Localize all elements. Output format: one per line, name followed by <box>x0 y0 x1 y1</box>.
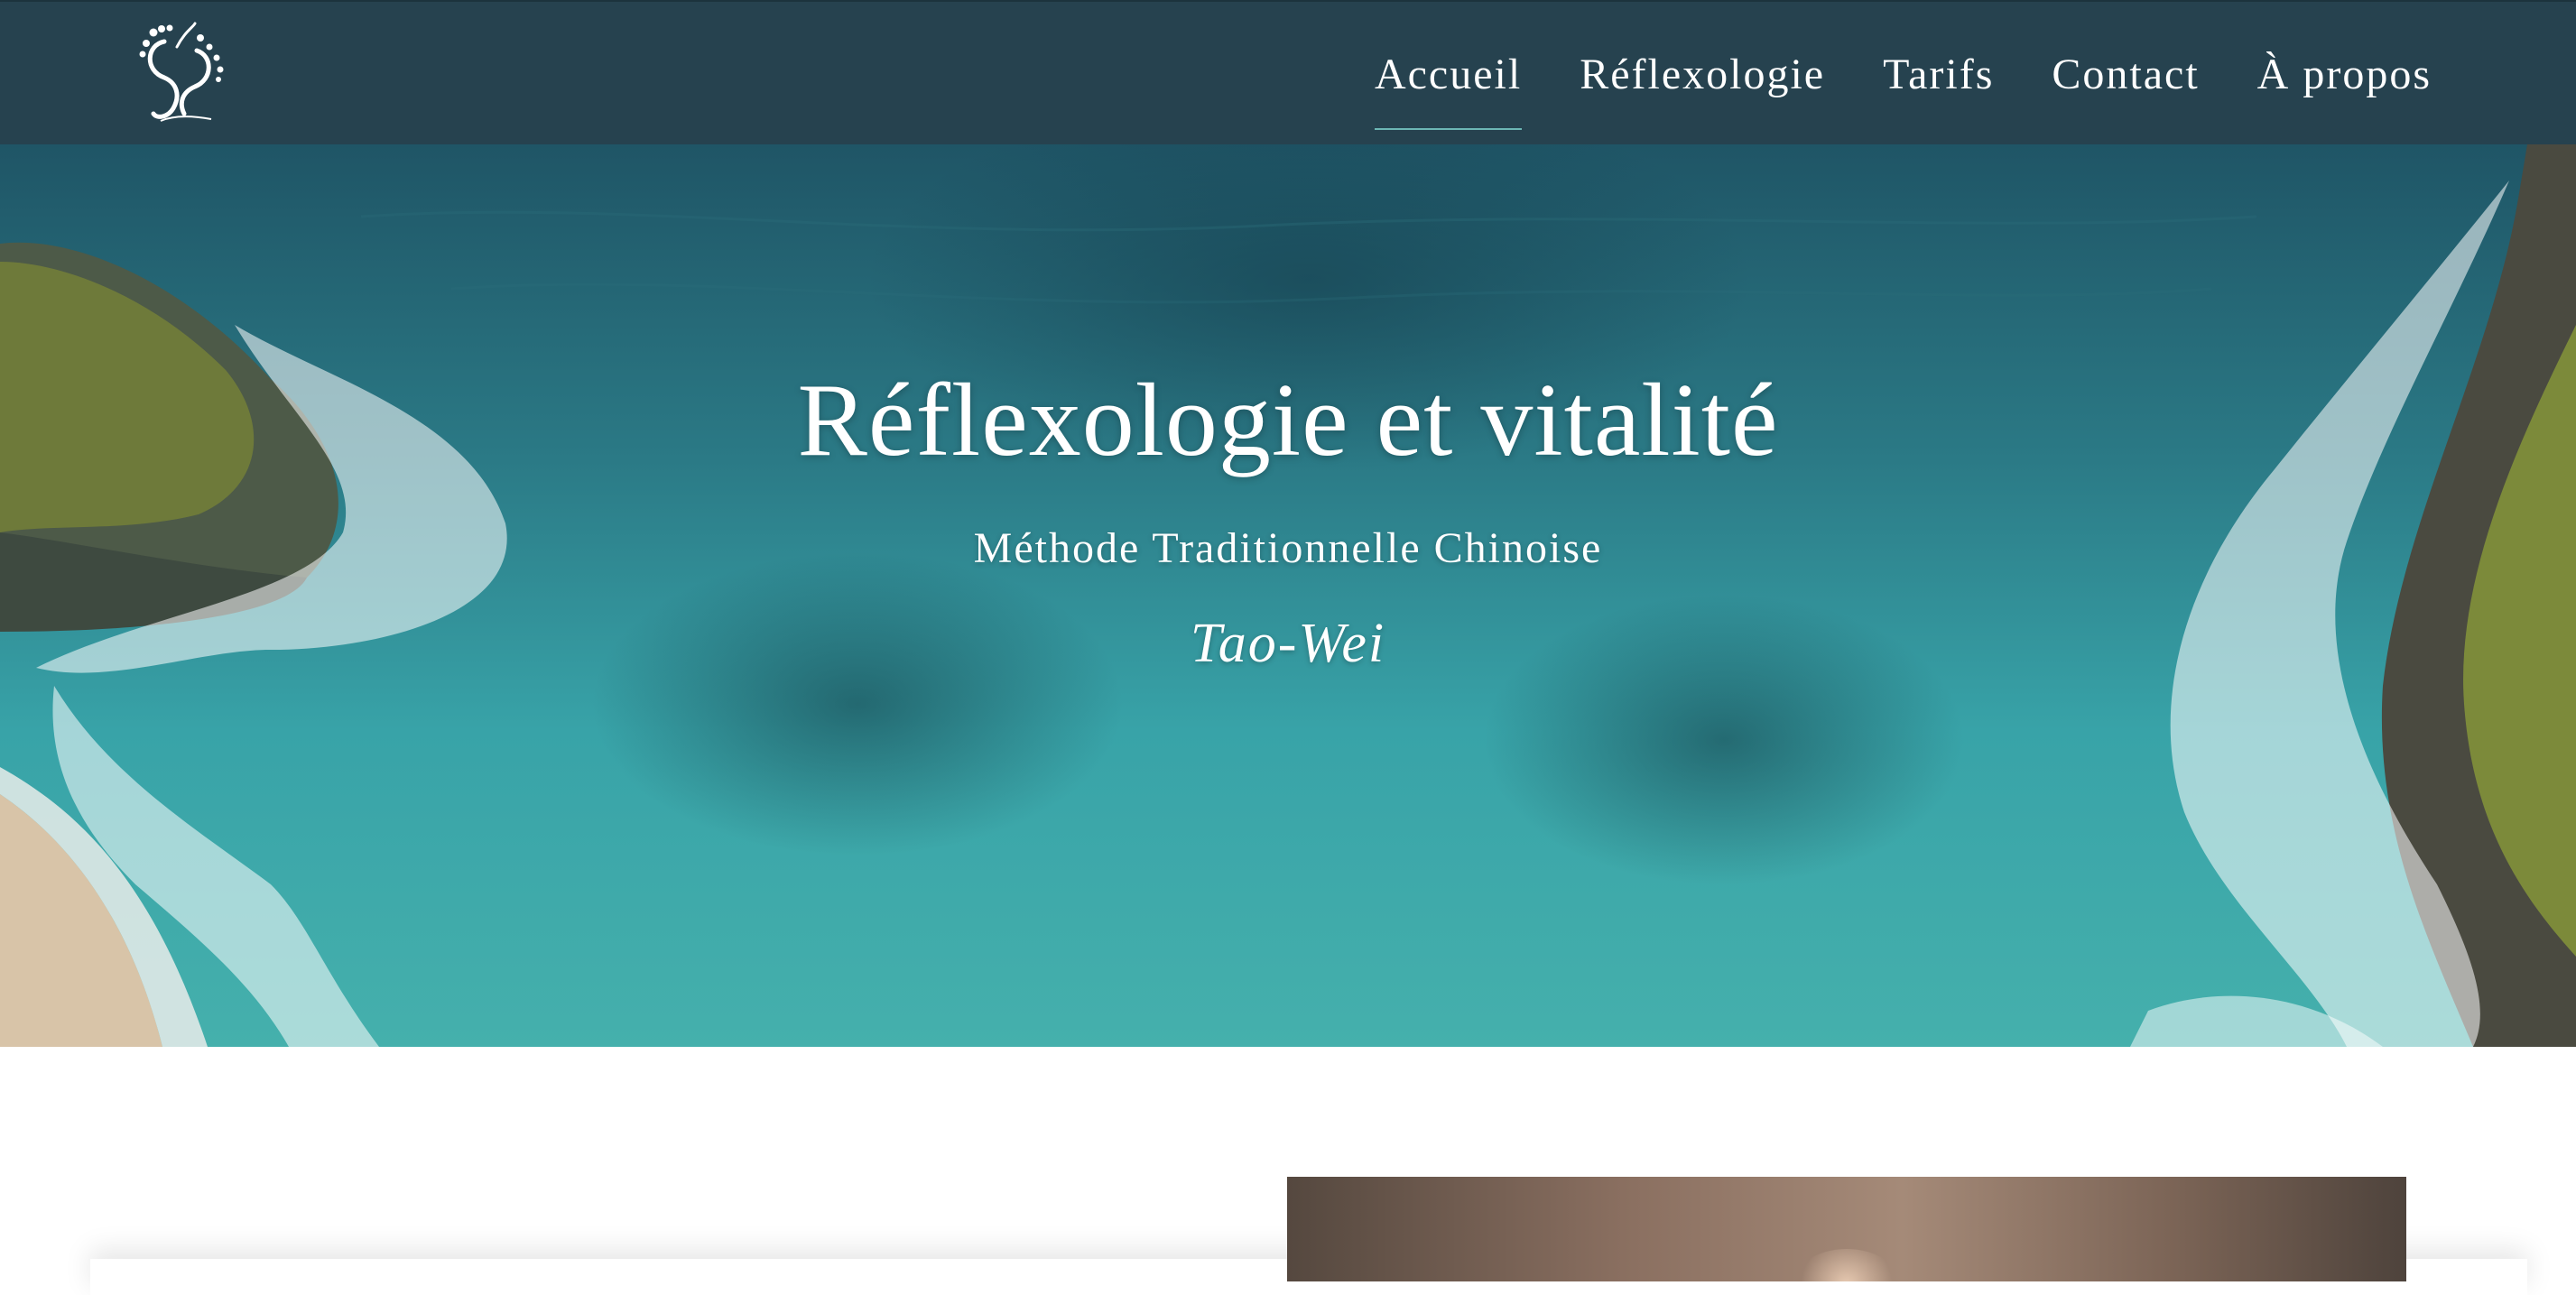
nav-item-accueil[interactable]: Accueil <box>1374 50 1523 130</box>
hero-subtitle: Méthode Traditionnelle Chinoise <box>973 524 1603 572</box>
hero-banner: Réflexologie et vitalité Méthode Traditi… <box>0 144 2576 1047</box>
content-image-highlight <box>1793 1249 1901 1281</box>
hero-title: Réflexologie et vitalité <box>797 363 1779 478</box>
hero-background-image <box>0 144 2576 1047</box>
hero-author: Tao-Wei <box>1190 613 1386 674</box>
nav-item-a-propos[interactable]: À propos <box>2257 50 2432 99</box>
nav-item-reflexologie[interactable]: Réflexologie <box>1580 50 1825 99</box>
content-image <box>1287 1177 2406 1281</box>
main-navigation: Accueil Réflexologie Tarifs Contact À pr… <box>1374 2 2432 146</box>
nav-item-tarifs[interactable]: Tarifs <box>1883 50 1994 99</box>
nav-item-contact[interactable]: Contact <box>2052 50 2199 99</box>
site-header: Accueil Réflexologie Tarifs Contact À pr… <box>0 0 2576 144</box>
site-logo[interactable] <box>137 20 227 128</box>
feet-heart-logo-icon <box>139 22 224 122</box>
